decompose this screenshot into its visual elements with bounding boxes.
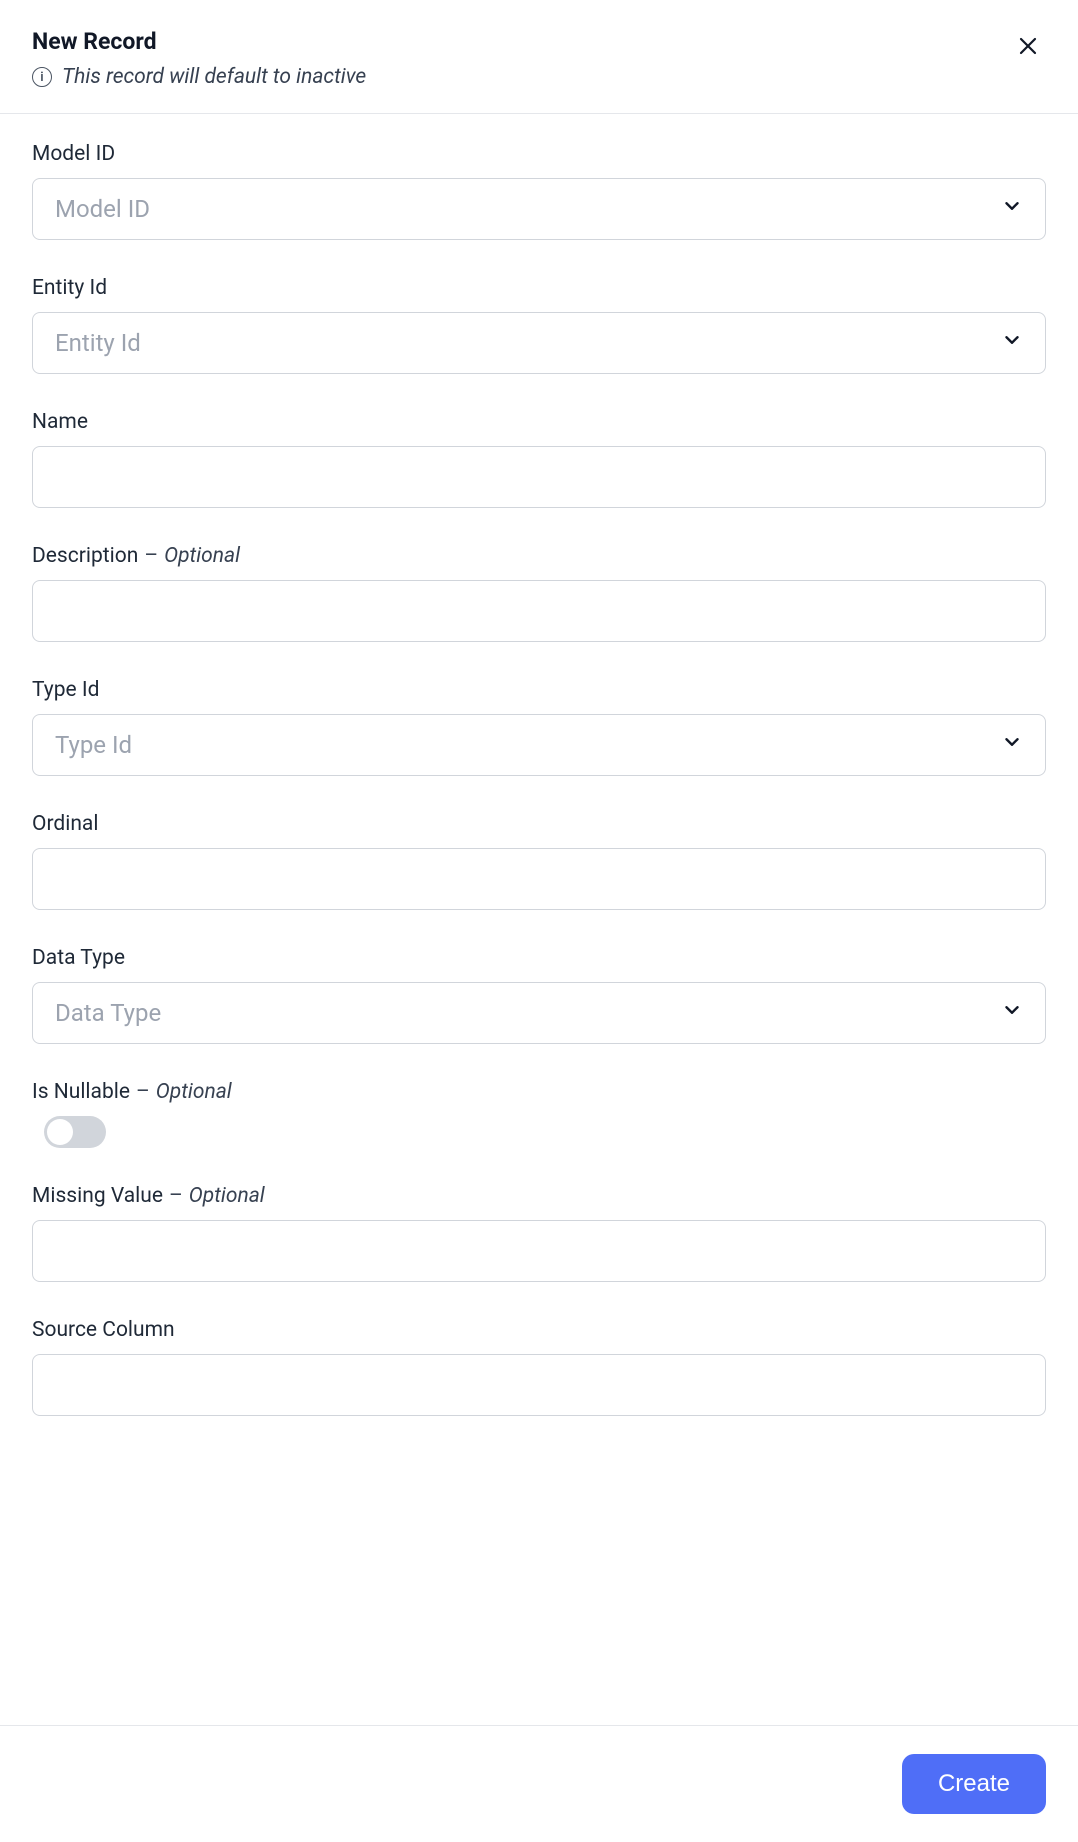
label-entity-id: Entity Id bbox=[32, 276, 1046, 300]
optional-dash: – bbox=[144, 544, 158, 568]
label-description: Description – Optional bbox=[32, 544, 1046, 568]
input-name-wrap bbox=[32, 446, 1046, 508]
select-model-id[interactable]: Model ID bbox=[32, 178, 1046, 240]
chevron-down-icon bbox=[1001, 999, 1023, 1027]
close-button[interactable] bbox=[1010, 28, 1046, 67]
field-type-id: Type Id Type Id bbox=[32, 678, 1046, 776]
select-entity-id-placeholder: Entity Id bbox=[55, 329, 141, 357]
field-data-type: Data Type Data Type bbox=[32, 946, 1046, 1044]
field-missing-value: Missing Value – Optional bbox=[32, 1184, 1046, 1282]
label-data-type: Data Type bbox=[32, 946, 1046, 970]
field-is-nullable: Is Nullable – Optional bbox=[32, 1080, 1046, 1148]
optional-dash: – bbox=[169, 1184, 183, 1208]
info-icon: i bbox=[32, 67, 52, 87]
label-ordinal: Ordinal bbox=[32, 812, 1046, 836]
input-ordinal[interactable] bbox=[55, 849, 1023, 909]
close-icon bbox=[1016, 46, 1040, 61]
input-description-wrap bbox=[32, 580, 1046, 642]
input-name[interactable] bbox=[55, 447, 1023, 507]
dialog-header: New Record i This record will default to… bbox=[0, 0, 1078, 114]
toggle-is-nullable[interactable] bbox=[44, 1116, 106, 1148]
optional-text: Optional bbox=[189, 1184, 265, 1208]
optional-text: Optional bbox=[156, 1080, 232, 1104]
label-model-id: Model ID bbox=[32, 142, 1046, 166]
select-data-type-placeholder: Data Type bbox=[55, 999, 161, 1027]
header-left: New Record i This record will default to… bbox=[32, 28, 366, 89]
optional-dash: – bbox=[136, 1080, 150, 1104]
label-source-column: Source Column bbox=[32, 1318, 1046, 1342]
field-description: Description – Optional bbox=[32, 544, 1046, 642]
chevron-down-icon bbox=[1001, 731, 1023, 759]
form-body: Model ID Model ID Entity Id Entity Id Na… bbox=[0, 114, 1078, 1725]
dialog-footer: Create bbox=[0, 1725, 1078, 1842]
select-data-type[interactable]: Data Type bbox=[32, 982, 1046, 1044]
label-name: Name bbox=[32, 410, 1046, 434]
label-missing-value-text: Missing Value bbox=[32, 1184, 163, 1208]
create-button[interactable]: Create bbox=[902, 1754, 1046, 1814]
input-ordinal-wrap bbox=[32, 848, 1046, 910]
field-name: Name bbox=[32, 410, 1046, 508]
input-missing-value[interactable] bbox=[55, 1221, 1023, 1281]
chevron-down-icon bbox=[1001, 195, 1023, 223]
field-ordinal: Ordinal bbox=[32, 812, 1046, 910]
label-missing-value: Missing Value – Optional bbox=[32, 1184, 1046, 1208]
select-type-id[interactable]: Type Id bbox=[32, 714, 1046, 776]
label-description-text: Description bbox=[32, 544, 138, 568]
chevron-down-icon bbox=[1001, 329, 1023, 357]
select-entity-id[interactable]: Entity Id bbox=[32, 312, 1046, 374]
input-description[interactable] bbox=[55, 581, 1023, 641]
input-source-column[interactable] bbox=[55, 1355, 1023, 1415]
dialog-subtitle: This record will default to inactive bbox=[62, 65, 366, 89]
field-entity-id: Entity Id Entity Id bbox=[32, 276, 1046, 374]
select-model-id-placeholder: Model ID bbox=[55, 195, 150, 223]
field-source-column: Source Column bbox=[32, 1318, 1046, 1416]
input-source-column-wrap bbox=[32, 1354, 1046, 1416]
label-is-nullable: Is Nullable – Optional bbox=[32, 1080, 1046, 1104]
field-model-id: Model ID Model ID bbox=[32, 142, 1046, 240]
dialog-subtitle-row: i This record will default to inactive bbox=[32, 65, 366, 89]
label-is-nullable-text: Is Nullable bbox=[32, 1080, 130, 1104]
optional-text: Optional bbox=[164, 544, 240, 568]
select-type-id-placeholder: Type Id bbox=[55, 731, 132, 759]
input-missing-value-wrap bbox=[32, 1220, 1046, 1282]
toggle-knob bbox=[47, 1119, 73, 1145]
dialog-title: New Record bbox=[32, 28, 366, 55]
label-type-id: Type Id bbox=[32, 678, 1046, 702]
